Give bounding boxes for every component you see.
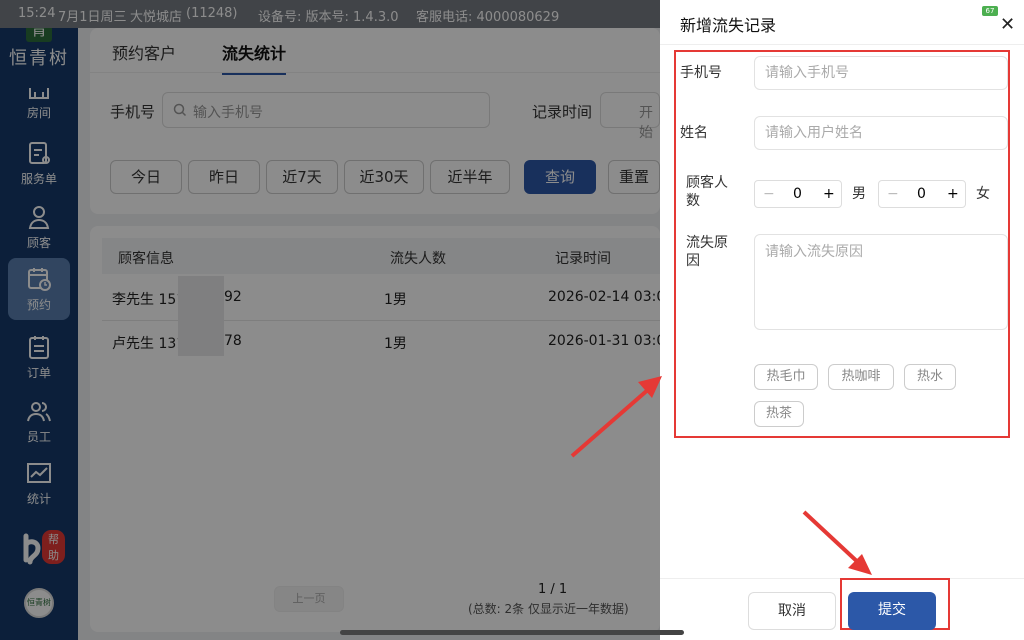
arrow-to-submit — [802, 510, 864, 568]
home-indicator — [340, 630, 684, 635]
arrow-to-form — [570, 386, 652, 458]
annotation-arrows — [570, 376, 872, 575]
